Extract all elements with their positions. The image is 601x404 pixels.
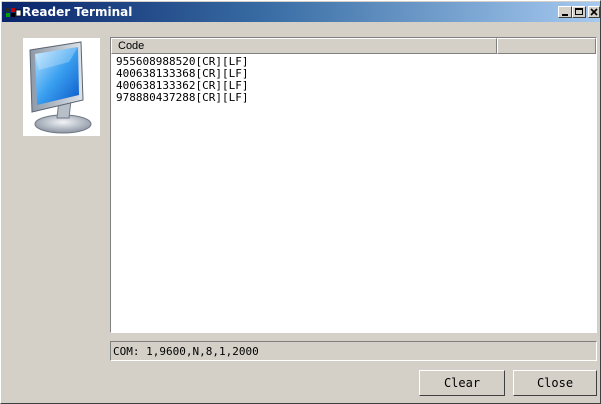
reader-terminal-window: Reader Terminal Code 955608988520[CR][LF… [0,0,601,404]
column-header-blank[interactable] [497,38,596,54]
app-icon [6,6,22,18]
maximize-button[interactable] [572,6,586,18]
code-rows: 955608988520[CR][LF] 400638133368[CR][LF… [116,56,248,104]
close-window-button[interactable] [588,6,600,18]
code-list-view[interactable]: Code 955608988520[CR][LF] 400638133368[C… [110,37,597,333]
close-button[interactable]: Close [513,370,597,396]
status-text: COM: 1,9600,N,8,1,2000 [113,345,259,358]
window-title: Reader Terminal [22,5,133,19]
title-bar[interactable]: Reader Terminal [2,2,600,22]
column-header-code[interactable]: Code [111,38,497,54]
status-bar: COM: 1,9600,N,8,1,2000 [110,341,597,361]
list-header: Code [111,38,596,54]
monitor-icon [23,38,100,136]
minimize-button[interactable] [558,6,572,18]
clear-button[interactable]: Clear [419,370,505,396]
list-item[interactable]: 978880437288[CR][LF] [116,92,248,104]
